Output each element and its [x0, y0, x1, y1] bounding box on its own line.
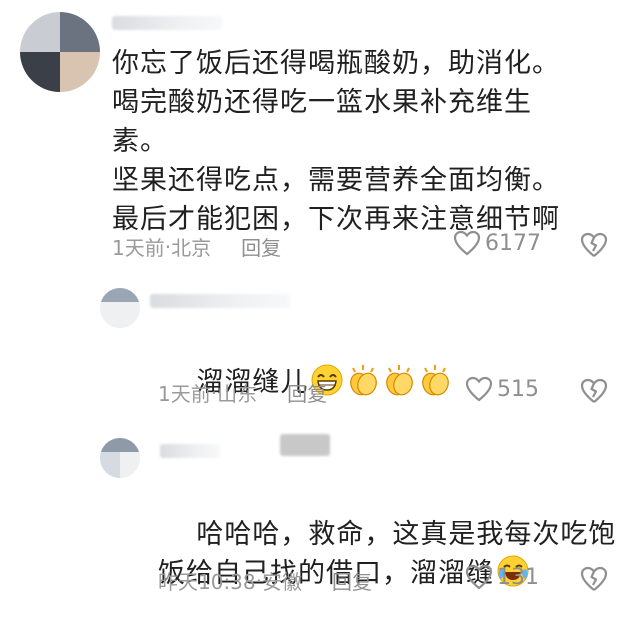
- avatar[interactable]: [20, 12, 100, 92]
- reply-button[interactable]: 回复: [241, 232, 281, 261]
- broken-heart-icon[interactable]: [580, 566, 608, 592]
- comment-item: 溜溜缝儿 1天前 · 山东 回复 515: [0, 270, 640, 420]
- clap-emoji: [350, 365, 378, 396]
- comment-item: 哈哈哈，救命，这真是我每次吃饱 饭给自己找的借口，溜溜缝 昨天10:38 · 安…: [0, 420, 640, 600]
- comment-item: 你忘了饭后还得喝瓶酸奶，助消化。 喝完酸奶还得吃一篮水果补充维生 素。 坚果还得…: [0, 0, 640, 270]
- avatar[interactable]: [100, 438, 140, 478]
- comment-location: 安徽: [262, 570, 302, 594]
- like-count: 515: [497, 376, 539, 402]
- comment-time: 昨天10:38: [158, 570, 256, 594]
- heart-icon: [465, 564, 493, 590]
- username-blurred[interactable]: [112, 16, 222, 30]
- like-button[interactable]: 6177: [453, 230, 541, 256]
- clap-emoji: [422, 365, 450, 396]
- comment-text: 你忘了饭后还得喝瓶酸奶，助消化。 喝完酸奶还得吃一篮水果补充维生 素。 坚果还得…: [112, 48, 560, 235]
- comment-time: 1天前: [112, 236, 165, 260]
- broken-heart-icon[interactable]: [580, 378, 608, 404]
- reply-button[interactable]: 回复: [287, 378, 327, 407]
- username-blurred[interactable]: [150, 294, 290, 308]
- like-button[interactable]: 131: [465, 564, 539, 590]
- reply-button[interactable]: 回复: [332, 566, 372, 595]
- clap-emoji: [386, 365, 414, 396]
- comment-location: 山东: [217, 382, 258, 406]
- comment-meta: 1天前 · 北京 回复: [112, 232, 281, 261]
- avatar[interactable]: [100, 288, 140, 328]
- comment-meta: 1天前 · 山东 回复: [158, 378, 327, 407]
- comment-meta: 昨天10:38 · 安徽 回复: [158, 566, 372, 595]
- heart-icon: [465, 376, 493, 402]
- broken-heart-icon[interactable]: [580, 232, 608, 258]
- comment-time: 1天前: [158, 382, 211, 406]
- like-button[interactable]: 515: [465, 376, 539, 402]
- comment-text: 哈哈哈，救命，这真是我每次吃饱 饭给自己找的借口，溜溜缝: [158, 476, 618, 632]
- like-count: 6177: [485, 230, 541, 256]
- username-blurred[interactable]: [160, 444, 220, 458]
- comment-location: 北京: [171, 236, 212, 260]
- like-count: 131: [497, 564, 539, 590]
- heart-icon: [453, 230, 481, 256]
- username-blurred[interactable]: [280, 434, 330, 456]
